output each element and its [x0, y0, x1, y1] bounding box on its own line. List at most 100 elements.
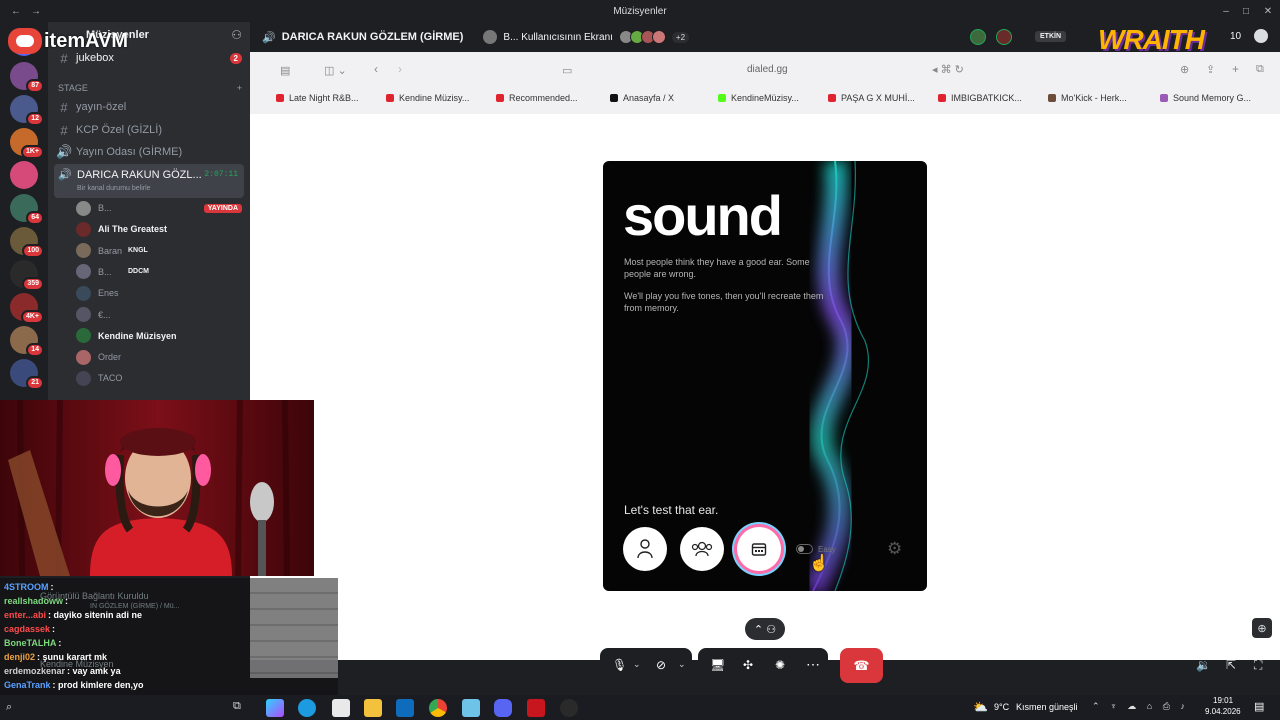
solo-mode-button[interactable]	[623, 527, 667, 571]
voice-user[interactable]: Enes	[76, 283, 242, 303]
soundboard-icon[interactable]: ✺	[775, 658, 785, 672]
daily-mode-button[interactable]	[737, 527, 781, 571]
active-voice-channel[interactable]: 🔊 DARICA RAKUN GÖZL... 2:07:11 Bir kanal…	[54, 164, 244, 198]
screen-share-icon[interactable]: 🖥	[710, 658, 725, 672]
disconnect-button[interactable]: ☎	[840, 648, 883, 683]
minimize-icon[interactable]: –	[1220, 5, 1232, 17]
user-name: Enes	[98, 288, 119, 299]
browser-tab[interactable]: PAŞA G X MUHİ...	[828, 89, 915, 107]
browser-tab[interactable]: KendineMüzisy...	[718, 89, 799, 107]
add-friend-icon[interactable]: ⚇	[231, 28, 242, 42]
tab-overview-icon[interactable]: ◫ ⌄	[324, 64, 347, 77]
new-tab-icon[interactable]: +	[1232, 62, 1239, 76]
notepad-icon[interactable]	[462, 699, 480, 717]
tabs-icon[interactable]: ⧉	[1256, 63, 1264, 76]
plus-icon[interactable]: +	[237, 83, 242, 93]
server-icon[interactable]: 64	[10, 194, 44, 225]
browser-tab[interactable]: Late Night R&B...	[276, 89, 359, 107]
chat-text: : şunu karart mk	[37, 652, 108, 662]
server-icon[interactable]: 87	[10, 62, 44, 93]
fullscreen-icon[interactable]: ⛶	[1254, 658, 1262, 673]
chat-text: :	[65, 596, 69, 606]
tray-icons[interactable]: ⌃ ♆ ☁ ⌂ ⎙ ♪	[1092, 701, 1189, 712]
server-icon[interactable]: 12	[10, 95, 44, 126]
discord-icon[interactable]	[494, 699, 512, 717]
copilot-icon[interactable]	[266, 699, 284, 717]
channel-item[interactable]: 🔊 Yayın Odası (GİRME)	[56, 142, 242, 162]
server-icon[interactable]: 4K+	[10, 293, 44, 324]
outlook-icon[interactable]	[396, 699, 414, 717]
microphone-icon[interactable]: 🎙	[612, 658, 627, 672]
voice-user[interactable]: Baran KNGL	[76, 241, 242, 261]
video-app-icon[interactable]	[527, 699, 545, 717]
chrome-icon[interactable]	[429, 699, 447, 717]
browser-tab[interactable]: Sound Memory G...	[1160, 89, 1251, 107]
camera-off-icon[interactable]: ⊘	[656, 658, 666, 672]
clock-date[interactable]: 9.04.2026	[1205, 707, 1241, 716]
chat-username: erdemozkenar	[4, 666, 66, 676]
volume-icon[interactable]: 🔉	[1196, 658, 1211, 672]
explorer-icon[interactable]	[364, 699, 382, 717]
browser-tab[interactable]: Recommended...	[496, 89, 578, 107]
more-options-icon[interactable]: ⋯	[806, 656, 820, 673]
channel-status[interactable]: Bir kanal durumu belirle	[77, 185, 151, 192]
download-icon[interactable]: ⊕	[1180, 63, 1189, 76]
reload-icon[interactable]: ◂ ⌘ ↻	[932, 63, 964, 76]
voice-user[interactable]: B... YAYINDA	[76, 198, 242, 218]
zoom-icon[interactable]: ⊕	[1252, 618, 1272, 638]
server-icon[interactable]	[10, 161, 38, 189]
category-stage[interactable]: STAGE +	[56, 78, 242, 98]
app-icon[interactable]	[560, 699, 578, 717]
user-name: Ali The Greatest	[98, 224, 168, 235]
chat-message: BoneTALHA:	[4, 638, 61, 648]
share-icon[interactable]: ⇪	[1206, 63, 1215, 76]
expand-call-button[interactable]: ⌃ ⚇	[745, 618, 785, 640]
weather-text[interactable]: Kısmen güneşli	[1016, 702, 1078, 712]
close-icon[interactable]: ✕	[1262, 5, 1274, 17]
chevron-down-icon[interactable]: ⌄	[678, 659, 686, 670]
server-icon[interactable]: 1K+	[10, 128, 44, 159]
server-icon[interactable]: 21	[10, 359, 44, 390]
extra-viewers-count[interactable]: +2	[671, 31, 690, 43]
edge-icon[interactable]	[298, 699, 316, 717]
popout-icon[interactable]: ⇱	[1226, 658, 1236, 672]
notification-icon[interactable]: ▤	[1254, 700, 1264, 713]
voice-user[interactable]: B... DDCM	[76, 262, 242, 282]
app-cta: Let's test that ear.	[624, 503, 719, 517]
settings-icon[interactable]: ⚙	[887, 539, 902, 559]
chevron-down-icon[interactable]: ⌄	[633, 659, 641, 670]
chat-text: : dayiko sitenin adi ne	[48, 610, 143, 620]
sidebar-toggle-icon[interactable]: ▤	[280, 64, 290, 77]
maximize-icon[interactable]: □	[1240, 5, 1252, 17]
task-view-icon[interactable]: ⧉	[233, 700, 241, 713]
voice-user[interactable]: TACO	[76, 368, 242, 388]
browser-tab[interactable]: Kendine Müzisy...	[386, 89, 469, 107]
channel-item[interactable]: # yayın-özel	[56, 97, 242, 117]
forward-icon[interactable]: ›	[398, 62, 402, 76]
server-icon[interactable]: 14	[10, 326, 44, 357]
clock-time[interactable]: 19:01	[1213, 696, 1233, 705]
server-icon[interactable]: 100	[10, 227, 44, 258]
channel-item[interactable]: # KCP Özel (GİZLİ)	[56, 120, 242, 140]
stream-chat-overlay: Görüntülü Bağlantı Kuruldu IN GÖZLEM (Gİ…	[0, 578, 338, 695]
weather-temp[interactable]: 9°C	[994, 702, 1009, 712]
live-status-badge[interactable]: ETKİN	[1035, 31, 1066, 42]
screen-share-title: B... Kullanıcısının Ekranı	[503, 31, 613, 43]
search-icon[interactable]: ⌕	[6, 701, 12, 714]
browser-tab[interactable]: IMBIGBATKICK...	[938, 89, 1022, 107]
address-bar[interactable]: dialed.gg	[747, 64, 788, 75]
voice-user[interactable]: Ali The Greatest	[76, 219, 242, 239]
browser-tab[interactable]: Anasayfa / X	[610, 89, 674, 107]
user-tag: KNGL	[128, 247, 148, 255]
browser-tab[interactable]: Mo'Kick - Herk...	[1048, 89, 1127, 107]
back-icon[interactable]: ‹	[374, 62, 378, 76]
voice-user[interactable]: Kendine Müzisyen	[76, 326, 242, 346]
tab-label: Sound Memory G...	[1173, 93, 1252, 103]
group-mode-button[interactable]	[680, 527, 724, 571]
chat-icon[interactable]	[1254, 29, 1268, 43]
store-icon[interactable]	[332, 699, 350, 717]
server-icon[interactable]: 359	[10, 260, 44, 291]
voice-user[interactable]: Order	[76, 347, 242, 367]
activities-icon[interactable]: ✣	[743, 658, 753, 672]
voice-user[interactable]: €...	[76, 305, 242, 325]
